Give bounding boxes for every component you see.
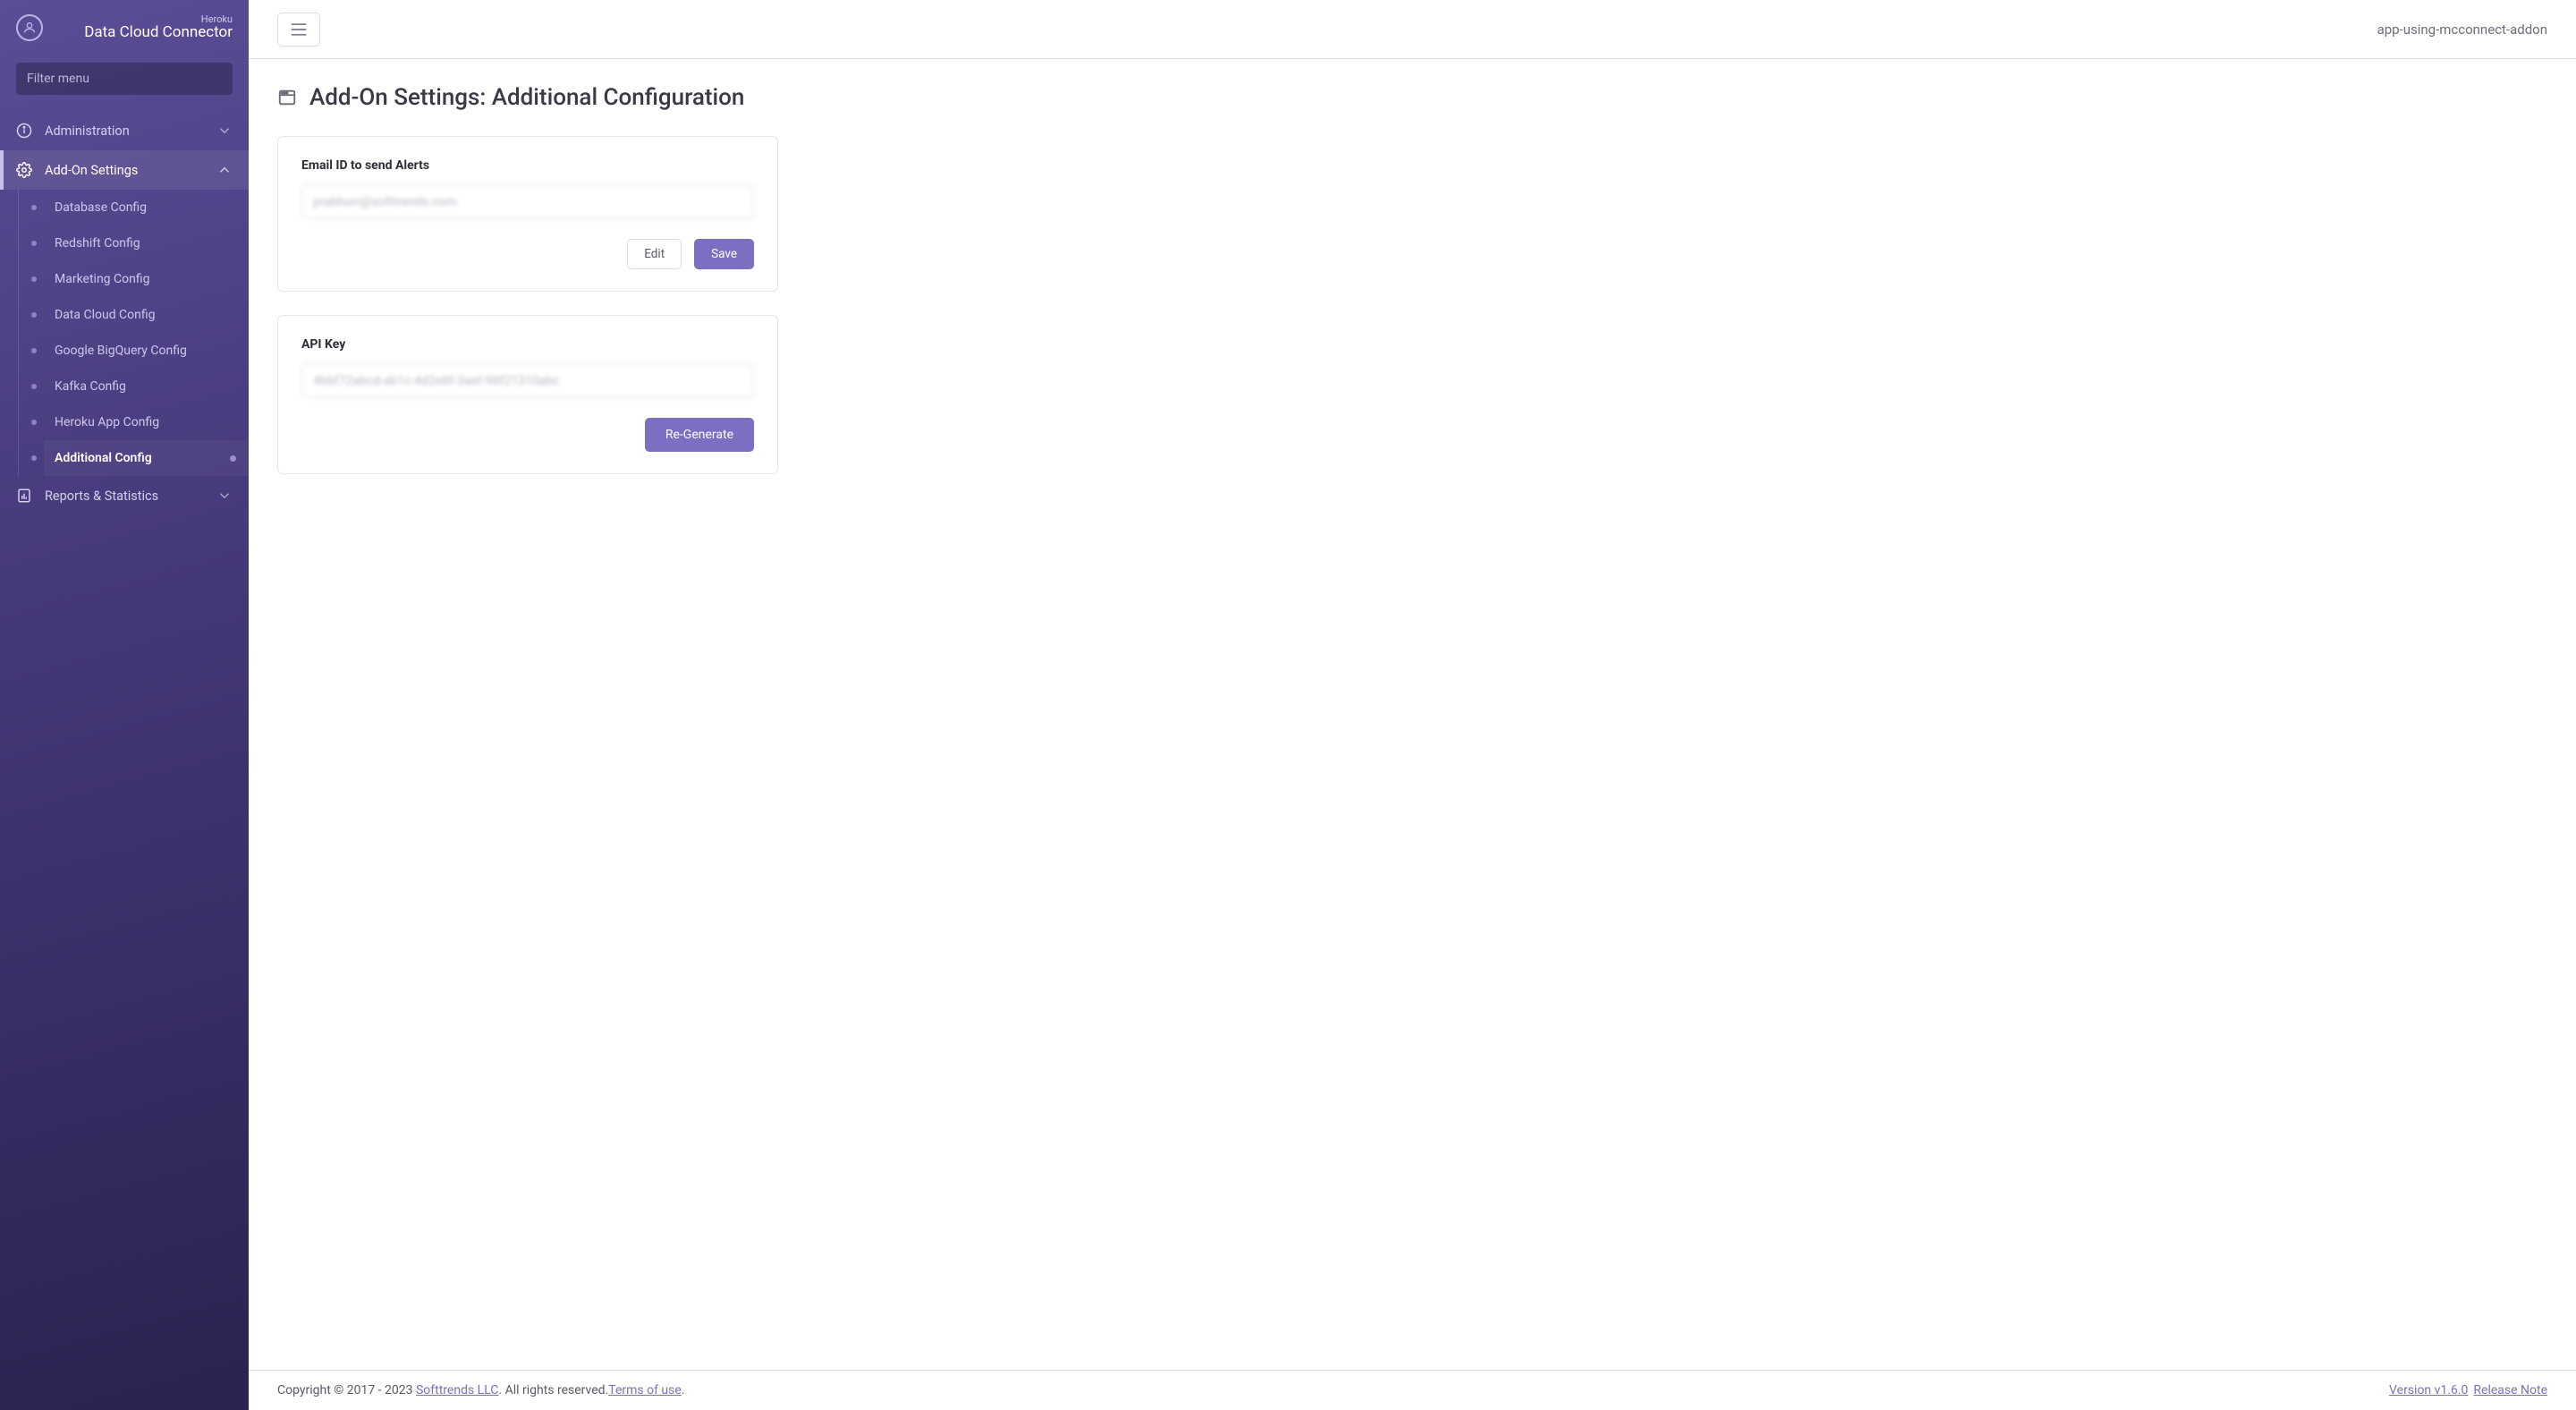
sidebar-item-administration[interactable]: Administration [0, 111, 249, 150]
sidebar-item-label: Additional Config [55, 451, 152, 465]
sidebar-item-database-config[interactable]: Database Config [44, 190, 249, 225]
sidebar-item-herokuapp-config[interactable]: Heroku App Config [44, 404, 249, 440]
sidebar-item-label: Heroku App Config [55, 415, 159, 429]
edit-button[interactable]: Edit [627, 239, 682, 269]
window-icon [277, 88, 297, 107]
sidebar-item-addon-settings[interactable]: Add-On Settings [0, 150, 249, 190]
sidebar-menu: Administration Add-On Settings Database … [0, 111, 249, 1410]
email-input[interactable] [301, 185, 754, 219]
brand-block: Heroku Data Cloud Connector [0, 0, 249, 54]
sidebar-item-reports[interactable]: Reports & Statistics [0, 476, 249, 515]
api-key-card: API Key Re-Generate [277, 315, 778, 474]
filter-menu-input[interactable] [16, 63, 233, 95]
sidebar-item-datacloud-config[interactable]: Data Cloud Config [44, 297, 249, 333]
footer-version-link[interactable]: Version v1.6.0 [2389, 1383, 2468, 1397]
sidebar-item-label: Kafka Config [55, 379, 126, 394]
api-key-label: API Key [301, 337, 754, 352]
content: Add-On Settings: Additional Configuratio… [249, 59, 2576, 1370]
sidebar-item-label: Data Cloud Config [55, 308, 156, 322]
page-title-row: Add-On Settings: Additional Configuratio… [277, 84, 2547, 111]
hamburger-icon [290, 22, 308, 37]
page-title: Add-On Settings: Additional Configuratio… [309, 84, 744, 111]
sidebar-item-kafka-config[interactable]: Kafka Config [44, 369, 249, 404]
sidebar-item-marketing-config[interactable]: Marketing Config [44, 261, 249, 297]
info-icon [16, 123, 32, 139]
footer-copyright: Copyright © 2017 - 2023 Softtrends LLC. … [277, 1383, 684, 1397]
sidebar-item-label: Reports & Statistics [45, 488, 158, 504]
sidebar-item-bigquery-config[interactable]: Google BigQuery Config [44, 333, 249, 369]
footer: Copyright © 2017 - 2023 Softtrends LLC. … [249, 1370, 2576, 1410]
sidebar: Heroku Data Cloud Connector Administrati… [0, 0, 249, 1410]
save-button[interactable]: Save [694, 239, 754, 269]
footer-dot: . [682, 1383, 685, 1397]
topbar: app-using-mcconnect-addon [249, 0, 2576, 59]
report-icon [16, 488, 32, 504]
chevron-down-icon [216, 123, 233, 139]
hamburger-button[interactable] [277, 13, 320, 47]
chevron-down-icon [216, 488, 233, 504]
footer-terms-link[interactable]: Terms of use [608, 1383, 682, 1397]
main-area: app-using-mcconnect-addon Add-On Setting… [249, 0, 2576, 1410]
api-key-input[interactable] [301, 364, 754, 398]
footer-copyright-prefix: Copyright © 2017 - 2023 [277, 1383, 416, 1397]
footer-rights: . All rights reserved. [498, 1383, 608, 1397]
sidebar-item-redshift-config[interactable]: Redshift Config [44, 225, 249, 261]
app-name-label: app-using-mcconnect-addon [2377, 21, 2547, 38]
email-label: Email ID to send Alerts [301, 158, 754, 173]
active-indicator-icon [230, 455, 236, 462]
sidebar-item-label: Administration [45, 123, 130, 139]
sidebar-item-label: Google BigQuery Config [55, 344, 187, 358]
brand-logo-icon [16, 14, 43, 41]
sidebar-item-label: Marketing Config [55, 272, 149, 286]
sidebar-item-label: Add-On Settings [45, 163, 138, 178]
sidebar-item-label: Redshift Config [55, 236, 140, 251]
email-alerts-card: Email ID to send Alerts Edit Save [277, 136, 778, 292]
gear-icon [16, 162, 32, 178]
sidebar-item-label: Database Config [55, 200, 147, 215]
footer-release-link[interactable]: Release Note [2473, 1383, 2547, 1397]
sidebar-submenu-addon: Database Config Redshift Config Marketin… [18, 190, 249, 476]
brand-title: Data Cloud Connector [84, 25, 233, 41]
regenerate-button[interactable]: Re-Generate [645, 418, 754, 452]
chevron-up-icon [216, 162, 233, 178]
sidebar-item-additional-config[interactable]: Additional Config [44, 440, 249, 476]
footer-company-link[interactable]: Softtrends LLC [416, 1383, 498, 1397]
